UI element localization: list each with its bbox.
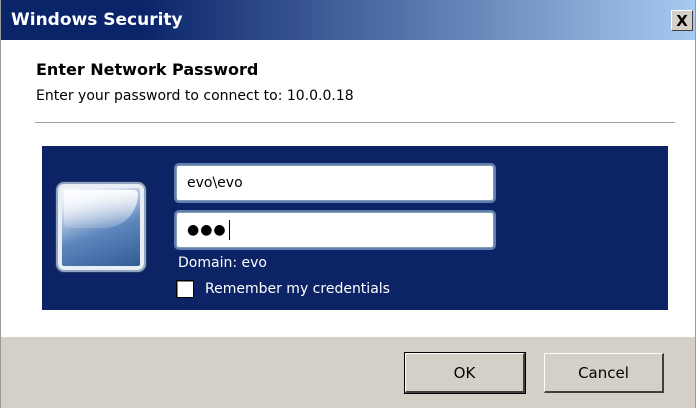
username-value: evo\evo bbox=[187, 175, 243, 191]
title-bar[interactable]: Windows Security X bbox=[1, 0, 695, 40]
window-title: Windows Security bbox=[11, 10, 183, 30]
user-tile-icon bbox=[56, 182, 146, 272]
cancel-button-label: Cancel bbox=[578, 363, 629, 382]
cancel-button[interactable]: Cancel bbox=[544, 353, 664, 393]
username-input[interactable]: evo\evo bbox=[176, 165, 494, 201]
windows-security-dialog: Windows Security X Enter Network Passwor… bbox=[0, 0, 696, 408]
remember-credentials-option[interactable]: Remember my credentials bbox=[176, 278, 390, 300]
close-icon: X bbox=[676, 11, 688, 30]
domain-label: Domain: evo bbox=[178, 255, 267, 271]
separator bbox=[35, 122, 675, 123]
ok-button[interactable]: OK bbox=[404, 352, 526, 394]
password-mask: ●●● bbox=[187, 222, 227, 238]
dialog-subheading: Enter your password to connect to: 10.0.… bbox=[36, 88, 354, 104]
close-button[interactable]: X bbox=[671, 10, 693, 31]
user-tile-shine bbox=[64, 190, 138, 228]
password-input[interactable]: ●●● bbox=[176, 212, 494, 248]
remember-credentials-label[interactable]: Remember my credentials bbox=[205, 281, 390, 297]
remember-credentials-checkbox[interactable] bbox=[176, 280, 194, 298]
ok-button-label: OK bbox=[453, 363, 476, 382]
text-caret bbox=[228, 220, 230, 240]
dialog-heading: Enter Network Password bbox=[36, 60, 259, 79]
